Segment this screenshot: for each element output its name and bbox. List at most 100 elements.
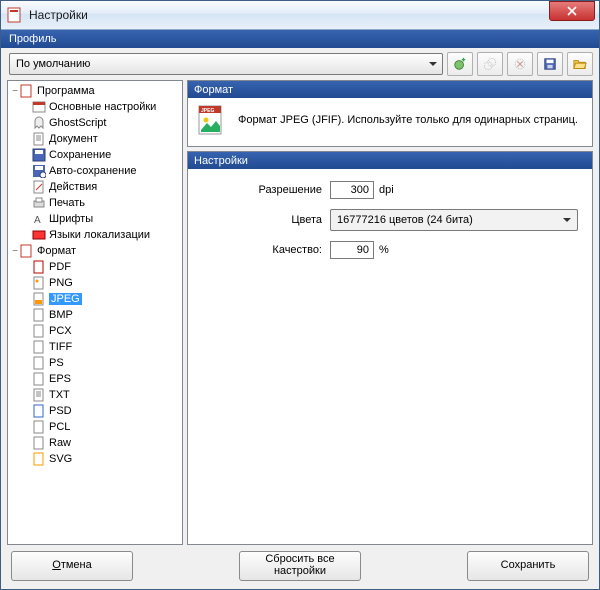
save-button-label: Сохранить [501,560,556,572]
file-icon [32,452,46,466]
resolution-label: Разрешение [202,184,330,196]
tree-label: PNG [49,277,73,289]
profile-select[interactable]: По умолчанию [9,53,443,75]
profile-select-value: По умолчанию [16,58,90,70]
tree-node[interactable]: TXT [8,387,182,403]
settings-tree[interactable]: − Программа Основные настройки GhostScri… [7,80,183,545]
settings-panel-header: Настройки [188,152,592,169]
tree-label: PSD [49,405,72,417]
quality-label: Качество: [202,244,330,256]
file-icon [32,436,46,450]
tree-node[interactable]: PCL [8,419,182,435]
tree-label: Действия [49,181,97,193]
autosave-icon [32,164,46,178]
tree-node[interactable]: Основные настройки [8,99,182,115]
tree-node[interactable]: Печать [8,195,182,211]
file-icon [32,372,46,386]
copy-profile-button[interactable] [477,52,503,76]
format-panel: Формат JPEG Формат JPEG (JFIF). Использу… [187,80,593,147]
profile-row: По умолчанию [1,48,599,80]
app-icon [7,7,23,23]
format-panel-header: Формат [188,81,592,98]
tree-label: PCX [49,325,72,337]
tree-label: BMP [49,309,73,321]
close-button[interactable] [549,1,595,21]
button-row: Отмена Сбросить все настройки Сохранить [1,545,599,589]
tree-node[interactable]: PDF [8,259,182,275]
window-title: Настройки [29,8,549,22]
tree-node[interactable]: Raw [8,435,182,451]
profile-header: Профиль [1,30,599,48]
tree-label: Шрифты [49,213,93,225]
tree-label: PCL [49,421,70,433]
resolution-row: Разрешение dpi [202,181,578,199]
tree-node[interactable]: Действия [8,179,182,195]
save-icon [32,148,46,162]
tree-label: Языки локализации [49,229,150,241]
quality-row: Качество: % [202,241,578,259]
resolution-input[interactable] [330,181,374,199]
file-icon [32,308,46,322]
collapse-icon[interactable]: − [10,246,20,257]
tree-node[interactable]: PCX [8,323,182,339]
open-profile-button[interactable] [567,52,593,76]
reset-button[interactable]: Сбросить все настройки [239,551,361,581]
tree-node[interactable]: Сохранение [8,147,182,163]
reset-button-label: Сбросить все настройки [240,554,360,577]
file-icon [32,420,46,434]
tree-label: TIFF [49,341,72,353]
tree-label: Сохранение [49,149,111,161]
tree-label: Программа [37,85,95,97]
action-icon [32,180,46,194]
file-icon [32,324,46,338]
tree-label: SVG [49,453,72,465]
tree-node[interactable]: GhostScript [8,115,182,131]
file-icon [32,340,46,354]
format-icon [20,244,34,258]
right-pane: Формат JPEG Формат JPEG (JFIF). Использу… [187,80,593,545]
colors-row: Цвета 16777216 цветов (24 бита) [202,209,578,231]
tree-label: JPEG [49,293,82,305]
tree-label: Основные настройки [49,101,156,113]
settings-panel: Настройки Разрешение dpi Цвета 16777216 … [187,151,593,545]
tree-node[interactable]: BMP [8,307,182,323]
colors-value: 16777216 цветов (24 бита) [337,214,473,226]
add-profile-button[interactable] [447,52,473,76]
tree-node-program[interactable]: − Программа [8,83,182,99]
tree-label: EPS [49,373,71,385]
font-icon: A [32,212,46,226]
quality-unit: % [379,244,389,256]
save-profile-button[interactable] [537,52,563,76]
save-button[interactable]: Сохранить [467,551,589,581]
settings-icon [32,100,46,114]
tree-node-format[interactable]: − Формат [8,243,182,259]
tree-node[interactable]: Документ [8,131,182,147]
tree-node[interactable]: PS [8,355,182,371]
titlebar: Настройки [1,1,599,30]
colors-select[interactable]: 16777216 цветов (24 бита) [330,209,578,231]
format-description: Формат JPEG (JFIF). Используйте только д… [238,114,578,126]
tree-node[interactable]: Языки локализации [8,227,182,243]
tree-node[interactable]: EPS [8,371,182,387]
body: − Программа Основные настройки GhostScri… [1,80,599,545]
file-icon [32,292,46,306]
tree-node[interactable]: SVG [8,451,182,467]
delete-profile-button[interactable] [507,52,533,76]
file-icon [32,276,46,290]
tree-label: Авто-сохранение [49,165,137,177]
program-icon [20,84,34,98]
quality-input[interactable] [330,241,374,259]
tree-node[interactable]: PSD [8,403,182,419]
tree-label: TXT [49,389,70,401]
tree-node[interactable]: TIFF [8,339,182,355]
ghost-icon [32,116,46,130]
tree-node[interactable]: AШрифты [8,211,182,227]
collapse-icon[interactable]: − [10,86,20,97]
tree-label: Печать [49,197,85,209]
file-icon [32,404,46,418]
tree-node[interactable]: Авто-сохранение [8,163,182,179]
file-icon [32,356,46,370]
tree-node-selected[interactable]: JPEG [8,291,182,307]
cancel-button[interactable]: Отмена [11,551,133,581]
tree-node[interactable]: PNG [8,275,182,291]
